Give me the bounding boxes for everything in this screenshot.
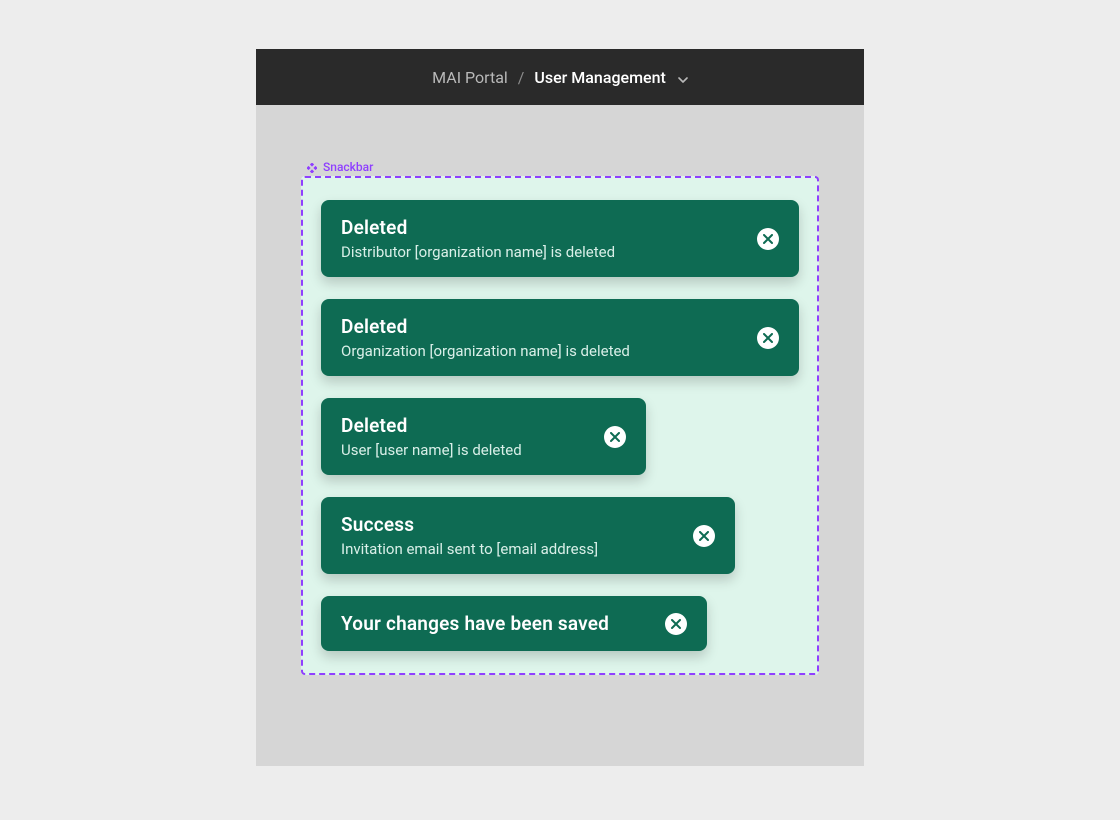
toast-body: Distributor [organization name] is delet… [341,243,615,261]
breadcrumb-current[interactable]: User Management [534,68,665,87]
close-icon[interactable] [693,525,715,547]
breadcrumb: MAI Portal / User Management [432,68,688,87]
toast-body: Invitation email sent to [email address] [341,540,598,558]
close-icon[interactable] [757,327,779,349]
breadcrumb-separator: / [518,68,525,87]
toast-text: Success Invitation email sent to [email a… [341,513,618,558]
component-icon [307,162,317,172]
snackbar-toast: Success Invitation email sent to [email a… [321,497,735,574]
toast-text: Deleted Organization [organization name] … [341,315,650,360]
snackbar-toast: Deleted Distributor [organization name] i… [321,200,799,277]
close-icon[interactable] [757,228,779,250]
toast-text: Deleted Distributor [organization name] i… [341,216,635,261]
snackbar-region: Deleted Distributor [organization name] i… [301,176,819,675]
toast-title: Deleted [341,414,522,437]
toast-title: Deleted [341,216,615,239]
toast-body: User [user name] is deleted [341,441,522,459]
toast-title: Deleted [341,315,630,338]
chevron-down-icon[interactable] [678,68,688,87]
breadcrumb-root[interactable]: MAI Portal [432,68,508,87]
header-bar: MAI Portal / User Management [256,49,864,105]
snackbar-toast: Deleted Organization [organization name] … [321,299,799,376]
toast-title: Your changes have been saved [341,612,609,635]
content-area: Snackbar Deleted Distributor [organizatio… [256,105,864,695]
snackbar-toast: Your changes have been saved [321,596,707,651]
close-icon[interactable] [604,426,626,448]
toast-title: Success [341,513,598,536]
close-icon[interactable] [665,613,687,635]
component-label-text: Snackbar [323,160,373,174]
toast-body: Organization [organization name] is dele… [341,342,630,360]
app-frame: MAI Portal / User Management Snackbar De… [256,49,864,766]
component-label: Snackbar [307,160,819,174]
toast-text: Deleted User [user name] is deleted [341,414,542,459]
snackbar-toast: Deleted User [user name] is deleted [321,398,646,475]
toast-text: Your changes have been saved [341,612,629,635]
